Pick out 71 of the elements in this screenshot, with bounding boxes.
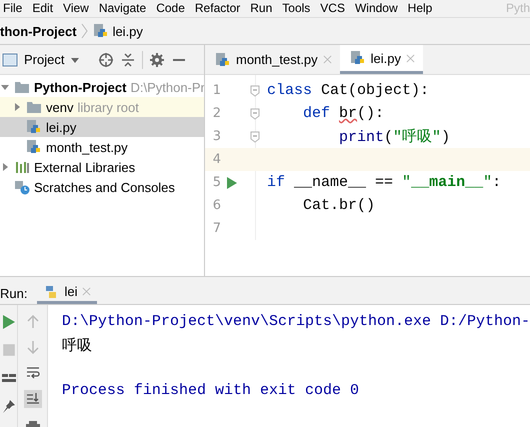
line-number: 5 bbox=[212, 175, 221, 190]
python-file-icon bbox=[26, 139, 42, 155]
folder-icon bbox=[14, 79, 30, 95]
tree-item[interactable]: venv library root bbox=[0, 97, 204, 117]
scroll-to-end-icon[interactable] bbox=[24, 390, 42, 408]
python-file-icon bbox=[26, 119, 42, 135]
line-number: 7 bbox=[212, 221, 221, 236]
line-number: 3 bbox=[212, 129, 221, 144]
tree-label: month_test.py bbox=[46, 140, 128, 154]
breadcrumb-item[interactable]: thon-Project bbox=[0, 24, 77, 38]
expand-arrow-icon[interactable] bbox=[0, 162, 10, 172]
line-number: 1 bbox=[212, 83, 221, 98]
close-icon[interactable] bbox=[406, 54, 416, 62]
menu-item[interactable]: VCS bbox=[315, 1, 350, 16]
code-line: def br(): bbox=[302, 105, 384, 122]
crosshair-icon[interactable] bbox=[98, 52, 114, 68]
library-root-note: library root bbox=[77, 100, 139, 114]
tree-item[interactable]: Scratches and Consoles bbox=[0, 177, 204, 197]
pin-icon[interactable] bbox=[2, 399, 16, 413]
chevron-icon bbox=[80, 23, 89, 39]
expand-arrow-icon[interactable] bbox=[0, 82, 10, 92]
fold-icon[interactable] bbox=[250, 84, 260, 96]
python-file-icon bbox=[92, 23, 109, 39]
console-output: D:\Python-Project\venv\Scripts\python.exe D:/Python- bbox=[62, 313, 530, 330]
fold-icon[interactable] bbox=[250, 108, 260, 120]
menu-item[interactable]: Tools bbox=[277, 1, 316, 16]
run-icon[interactable] bbox=[227, 176, 237, 188]
tree-label: venv bbox=[46, 100, 74, 114]
folder-icon bbox=[26, 99, 42, 115]
soft-wrap-icon[interactable] bbox=[26, 365, 40, 379]
menu-item[interactable]: Code bbox=[151, 1, 190, 16]
editor-tab[interactable]: month_test.py bbox=[205, 45, 340, 74]
line-number: 4 bbox=[212, 152, 221, 167]
menu-item[interactable]: Help bbox=[402, 1, 438, 16]
tree-item[interactable]: month_test.py bbox=[0, 137, 204, 157]
editor-tab[interactable]: lei.py bbox=[340, 45, 424, 74]
menu-item[interactable]: Refactor bbox=[190, 1, 246, 16]
window-icon bbox=[2, 52, 18, 68]
fold-icon[interactable] bbox=[250, 130, 260, 142]
layout-icon[interactable] bbox=[2, 371, 16, 385]
menu-item[interactable]: View bbox=[58, 1, 94, 16]
tree-item[interactable]: lei.py bbox=[0, 117, 204, 137]
python-file-icon bbox=[350, 50, 366, 66]
run-label: Run: bbox=[0, 286, 28, 300]
scratch-clock-icon bbox=[14, 179, 30, 195]
tree-item[interactable]: External Libraries bbox=[0, 157, 204, 177]
breadcrumb-item[interactable]: lei.py bbox=[112, 24, 143, 38]
code-line: if __name__ == "__main__": bbox=[267, 174, 502, 191]
library-icon bbox=[14, 159, 30, 175]
collapse-icon[interactable] bbox=[120, 52, 136, 68]
line-number: 6 bbox=[212, 198, 221, 213]
run-icon[interactable] bbox=[2, 315, 16, 329]
menu-item[interactable]: Run bbox=[245, 1, 278, 16]
menu-item[interactable]: Navigate bbox=[94, 1, 152, 16]
console-output: Process finished with exit code 0 bbox=[62, 382, 359, 399]
python-file-icon bbox=[215, 52, 231, 68]
project-dropdown[interactable]: Project bbox=[24, 52, 64, 67]
code-line: class Cat(object): bbox=[267, 82, 430, 99]
console-output: 呼吸 bbox=[62, 336, 92, 354]
settings-icon[interactable] bbox=[149, 52, 166, 68]
tree-label: lei.py bbox=[46, 120, 76, 134]
tree-label: Python-Project bbox=[34, 80, 126, 94]
menu-item[interactable]: Window bbox=[350, 1, 403, 16]
tree-label: External Libraries bbox=[34, 160, 136, 174]
tree-label: Scratches and Consoles bbox=[34, 180, 175, 194]
menu-item[interactable]: File bbox=[0, 1, 28, 16]
expand-arrow-icon[interactable] bbox=[12, 102, 22, 112]
code-line: print("呼吸") bbox=[338, 128, 450, 146]
code-line: Cat.br() bbox=[302, 197, 376, 214]
line-number: 2 bbox=[212, 106, 221, 121]
menu-item[interactable]: Edit bbox=[27, 1, 58, 16]
